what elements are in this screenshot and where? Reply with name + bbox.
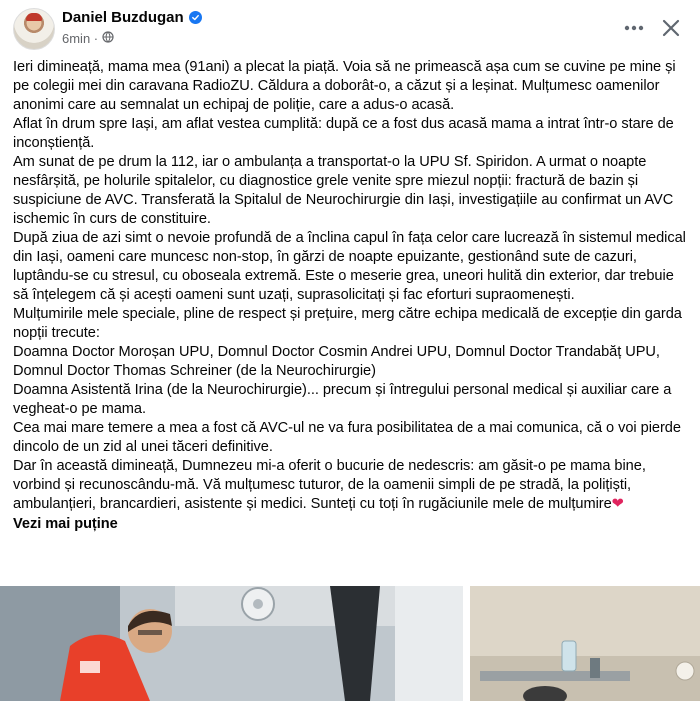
heart-emoji: ❤	[611, 496, 624, 512]
post-paragraph: Cea mai mare temere a mea a fost că AVC-…	[13, 420, 681, 455]
see-less-link[interactable]: Vezi mai puține	[13, 515, 118, 534]
post-paragraph: Ieri dimineață, mama mea (91ani) a pleca…	[13, 59, 676, 113]
post-time[interactable]: 6min ·	[62, 31, 98, 46]
post-meta: 6min ·	[62, 31, 114, 46]
photo-ambulance-crew-illustration	[0, 586, 463, 701]
verified-badge-icon	[188, 11, 202, 24]
close-icon[interactable]	[657, 14, 685, 42]
photo-hospital-room-illustration	[470, 586, 700, 701]
post-paragraph: După ziua de azi simt o nevoie profundă …	[13, 230, 686, 303]
post-paragraph: Doamna Asistentă Irina (de la Neurochiru…	[13, 382, 672, 417]
more-options-icon[interactable]	[620, 14, 648, 42]
globe-icon	[102, 31, 114, 46]
post-paragraph: Doamna Doctor Moroșan UPU, Domnul Doctor…	[13, 344, 660, 379]
post-header: Daniel Buzdugan 6min ·	[0, 0, 700, 56]
post-paragraph-text: Dar în această dimineață, Dumnezeu mi-a …	[13, 458, 646, 512]
photo-ambulance-crew[interactable]	[0, 586, 463, 701]
author-name[interactable]: Daniel Buzdugan	[62, 9, 184, 26]
photo-hospital-room[interactable]	[470, 586, 700, 701]
post-paragraph: Am sunat de pe drum la 112, iar o ambula…	[13, 154, 674, 227]
photo-grid	[0, 586, 700, 701]
avatar[interactable]	[13, 8, 55, 50]
post-paragraph-last: Dar în această dimineață, Dumnezeu mi-a …	[13, 457, 693, 514]
post-paragraph: Mulțumirile mele speciale, pline de resp…	[13, 306, 682, 341]
post-paragraph: Aflat în drum spre Iași, am aflat vestea…	[13, 116, 674, 151]
author-row: Daniel Buzdugan	[62, 9, 202, 26]
post-body: Ieri dimineață, mama mea (91ani) a pleca…	[13, 58, 693, 534]
